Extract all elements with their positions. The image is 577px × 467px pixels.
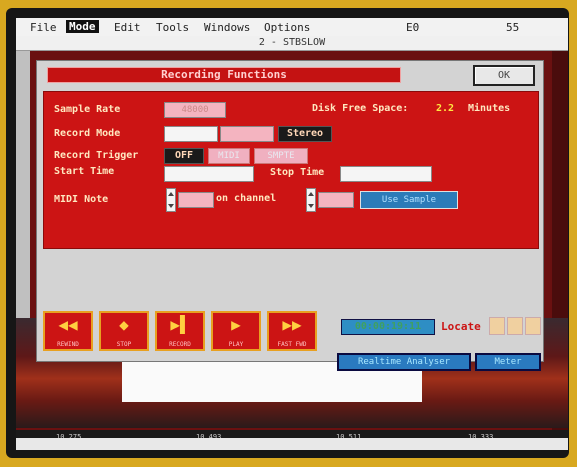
trigger-smpte[interactable]: SMPTE <box>254 148 308 164</box>
disk-free-value: 2.2 <box>436 103 455 114</box>
ok-button[interactable]: OK <box>473 65 535 86</box>
record-mode-dual[interactable] <box>220 126 274 142</box>
settings-panel: Sample Rate 48000 Disk Free Space: 2.2 M… <box>43 91 539 249</box>
menu-status-b: 55 <box>506 21 520 34</box>
trigger-off[interactable]: OFF <box>164 148 204 164</box>
record-trigger-label: Record Trigger <box>54 150 139 161</box>
rewind-icon: ◀◀ <box>58 315 78 334</box>
record-icon: ▶▌ <box>170 315 190 334</box>
rewind-button[interactable]: ◀◀ REWIND <box>43 311 93 351</box>
menu-status-a: E0 <box>406 21 420 34</box>
rewind-caption: REWIND <box>57 341 79 348</box>
stop-caption: STOP <box>116 341 132 348</box>
midi-note-spinner[interactable] <box>166 188 176 212</box>
midi-note-field[interactable] <box>178 192 214 208</box>
monitor-bezel: File Mode Edit Tools Windows Options E0 … <box>6 8 569 458</box>
midi-note-label: MIDI Note <box>54 194 109 205</box>
record-button[interactable]: ▶▌ RECORD <box>155 311 205 351</box>
locate-label: Locate <box>441 320 481 333</box>
record-mode-mono[interactable] <box>164 126 218 142</box>
left-toolbar <box>16 51 30 351</box>
record-caption: RECORD <box>169 341 191 348</box>
use-sample-button[interactable]: Use Sample <box>360 191 458 209</box>
locate-button-3[interactable] <box>525 317 541 335</box>
status-bar <box>16 438 568 450</box>
fast-forward-icon: ▶▶ <box>282 315 302 334</box>
menu-mode[interactable]: Mode <box>66 20 99 33</box>
record-mode-label: Record Mode <box>54 128 121 139</box>
on-channel-label: on channel <box>216 193 277 204</box>
menu-file[interactable]: File <box>30 21 57 34</box>
disk-free-label: Disk Free Space: <box>312 103 409 114</box>
record-mode-stereo[interactable]: Stereo <box>278 126 332 142</box>
menu-options[interactable]: Options <box>264 21 310 34</box>
recording-functions-dialog: Recording Functions OK Sample Rate 48000… <box>36 60 544 371</box>
locate-button-1[interactable] <box>489 317 505 335</box>
time-display: 00:00:19:11 <box>341 319 435 335</box>
dialog-title: Recording Functions <box>47 67 401 83</box>
transport-controls: ◀◀ REWIND ◆ STOP ▶▌ RECORD ▶ PLAY ▶▶ FAS… <box>43 311 339 351</box>
fast-forward-caption: FAST FWD <box>277 341 307 348</box>
stop-icon: ◆ <box>119 315 129 334</box>
start-time-label: Start Time <box>54 166 115 177</box>
window-title: 2 - STBSLOW <box>16 36 568 51</box>
meter-button[interactable]: Meter <box>475 353 541 371</box>
menu-edit[interactable]: Edit <box>114 21 141 34</box>
sample-rate-field[interactable]: 48000 <box>164 102 226 118</box>
stop-button[interactable]: ◆ STOP <box>99 311 149 351</box>
stop-time-field[interactable] <box>340 166 432 182</box>
fast-forward-button[interactable]: ▶▶ FAST FWD <box>267 311 317 351</box>
menu-windows[interactable]: Windows <box>204 21 250 34</box>
channel-field[interactable] <box>318 192 354 208</box>
menu-bar: File Mode Edit Tools Windows Options E0 … <box>16 18 568 36</box>
screen: File Mode Edit Tools Windows Options E0 … <box>16 18 568 450</box>
disk-free-unit: Minutes <box>468 103 511 114</box>
menu-tools[interactable]: Tools <box>156 21 189 34</box>
locate-button-2[interactable] <box>507 317 523 335</box>
trigger-midi[interactable]: MIDI <box>208 148 250 164</box>
channel-spinner[interactable] <box>306 188 316 212</box>
start-time-field[interactable] <box>164 166 254 182</box>
sample-rate-label: Sample Rate <box>54 104 121 115</box>
play-icon: ▶ <box>231 315 241 334</box>
play-caption: PLAY <box>228 341 244 348</box>
stop-time-label: Stop Time <box>270 167 325 178</box>
realtime-analyser-button[interactable]: Realtime Analyser <box>337 353 471 371</box>
play-button[interactable]: ▶ PLAY <box>211 311 261 351</box>
